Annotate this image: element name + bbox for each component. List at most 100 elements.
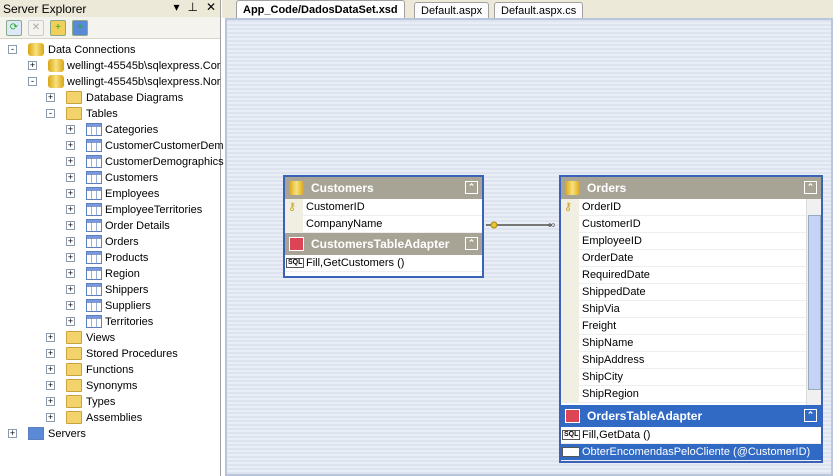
customers-adapter-header[interactable]: CustomersTableAdapter ⌃ (285, 233, 482, 255)
connect-database-icon[interactable]: + (50, 19, 66, 36)
column-row[interactable]: ShippedDate (561, 284, 806, 301)
expand-icon[interactable]: + (66, 269, 75, 278)
expand-icon[interactable]: + (46, 397, 55, 406)
tree-item[interactable]: + Types (0, 394, 220, 410)
expand-icon[interactable]: + (66, 157, 75, 166)
tree-item[interactable]: + Customers (0, 170, 220, 186)
tree-item[interactable]: + Orders (0, 234, 220, 250)
collapse-icon[interactable]: - (8, 45, 17, 54)
column-row[interactable]: ShipName (561, 335, 806, 352)
tree-item[interactable]: + Order Details (0, 218, 220, 234)
tab-default-aspx-cs[interactable]: Default.aspx.cs (494, 2, 584, 18)
expand-icon[interactable]: + (66, 189, 75, 198)
tab-dataset-xsd[interactable]: App_Code/DadosDataSet.xsd (236, 0, 405, 18)
expand-icon[interactable]: + (66, 301, 75, 310)
tree-item[interactable]: + Assemblies (0, 410, 220, 426)
tree-item[interactable]: + EmployeeTerritories (0, 202, 220, 218)
column-row[interactable]: Freight (561, 318, 806, 335)
column-row[interactable]: ShipVia (561, 301, 806, 318)
expand-icon[interactable]: + (28, 61, 37, 70)
table-adapter-icon (565, 409, 580, 423)
relation-line[interactable]: ∞ (484, 218, 560, 232)
expand-icon[interactable]: + (8, 429, 17, 438)
column-row[interactable]: OrderDate (561, 250, 806, 267)
tree-item[interactable]: + Suppliers (0, 298, 220, 314)
tree-item[interactable]: + Territories (0, 314, 220, 330)
expand-icon[interactable]: + (66, 221, 75, 230)
tree-item[interactable]: + Stored Procedures (0, 346, 220, 362)
expand-icon[interactable]: + (46, 349, 55, 358)
collapse-icon[interactable]: - (28, 77, 37, 86)
collapse-icon[interactable]: - (46, 109, 55, 118)
query-row[interactable]: SQL Fill,GetCustomers () (285, 255, 482, 272)
collapse-icon[interactable]: ⌃ (804, 409, 817, 422)
tree-item[interactable]: + Shippers (0, 282, 220, 298)
query-row-selected[interactable]: SQL ObterEncomendasPeloCliente (@Customer… (561, 444, 821, 461)
query-row[interactable]: SQL Fill,GetData () (561, 427, 821, 444)
collapse-icon[interactable]: ⌃ (804, 181, 817, 194)
column-row[interactable]: CompanyName (285, 216, 482, 233)
collapse-icon[interactable]: ⌃ (465, 181, 478, 194)
tree-item[interactable]: + Synonyms (0, 378, 220, 394)
column-name: OrderDate (582, 252, 634, 264)
tree-item[interactable]: + Categories (0, 122, 220, 138)
column-row[interactable]: ⚷ CustomerID (285, 199, 482, 216)
expand-icon[interactable]: + (46, 381, 55, 390)
tree-item[interactable]: + CustomerDemographics (0, 154, 224, 170)
expand-icon[interactable]: + (66, 141, 75, 150)
customers-header[interactable]: Customers ⌃ (285, 177, 482, 199)
expand-icon[interactable]: + (66, 173, 75, 182)
folder-icon (66, 107, 82, 120)
expand-icon[interactable]: + (66, 205, 75, 214)
customers-table[interactable]: Customers ⌃ ⚷ CustomerID CompanyName Cust… (283, 175, 484, 278)
column-row[interactable]: ShipCity (561, 369, 806, 386)
tree-item[interactable]: + Employees (0, 186, 220, 202)
close-icon[interactable]: ✕ (206, 0, 216, 14)
expand-icon[interactable]: + (66, 125, 75, 134)
expand-icon[interactable]: + (66, 317, 75, 326)
tree-item[interactable]: + Products (0, 250, 220, 266)
pin-icon[interactable]: ⊥ (187, 0, 197, 14)
connect-server-icon[interactable]: + (72, 19, 88, 36)
tbl-icon (86, 187, 102, 200)
tree-item[interactable]: + Views (0, 330, 220, 346)
tree-item[interactable]: + Functions (0, 362, 220, 378)
tree-item[interactable]: + CustomerCustomerDem (0, 138, 224, 154)
tbl-icon (86, 299, 102, 312)
expand-icon[interactable]: + (66, 253, 75, 262)
expand-icon[interactable]: + (46, 93, 55, 102)
scrollbar[interactable] (806, 199, 821, 405)
collapse-icon[interactable]: ⌃ (465, 237, 478, 250)
tree-item[interactable]: - Tables (0, 106, 220, 122)
folder-icon (66, 379, 82, 392)
orders-columns: ⚷ OrderID CustomerID EmployeeID OrderDate Req… (561, 199, 821, 405)
tree-item[interactable]: + Database Diagrams (0, 90, 220, 106)
orders-header[interactable]: Orders ⌃ (561, 177, 821, 199)
expand-icon[interactable]: + (66, 237, 75, 246)
column-row[interactable]: CustomerID (561, 216, 806, 233)
orders-adapter-header[interactable]: OrdersTableAdapter ⌃ (561, 405, 821, 427)
tree-item-label: wellingt-45545b\sqlexpress.Nor (67, 76, 221, 88)
stop-icon[interactable]: ✕ (28, 19, 44, 36)
tree-item[interactable]: + Region (0, 266, 220, 282)
column-row[interactable]: ⚷ OrderID (561, 199, 806, 216)
column-row[interactable]: EmployeeID (561, 233, 806, 250)
tree-item[interactable]: + Servers (0, 426, 220, 442)
tree-item[interactable]: - wellingt-45545b\sqlexpress.Nor (0, 74, 220, 90)
refresh-icon[interactable]: ⟳ (6, 19, 22, 36)
dropdown-icon[interactable]: ▾ (173, 0, 179, 14)
orders-table[interactable]: Orders ⌃ ⚷ OrderID CustomerID EmployeeID Ord… (559, 175, 823, 463)
folder-icon (66, 411, 82, 424)
expand-icon[interactable]: + (66, 285, 75, 294)
column-row[interactable]: ShipRegion (561, 386, 806, 403)
tree-item[interactable]: + wellingt-45545b\sqlexpress.Cor (0, 58, 220, 74)
expand-icon[interactable]: + (46, 413, 55, 422)
scrollbar-thumb[interactable] (808, 215, 821, 390)
column-row[interactable]: RequiredDate (561, 267, 806, 284)
adapter-title: OrdersTableAdapter (587, 409, 703, 423)
expand-icon[interactable]: + (46, 333, 55, 342)
tab-default-aspx[interactable]: Default.aspx (414, 2, 490, 18)
expand-icon[interactable]: + (46, 365, 55, 374)
tree-item[interactable]: - Data Connections (0, 42, 220, 58)
column-row[interactable]: ShipAddress (561, 352, 806, 369)
